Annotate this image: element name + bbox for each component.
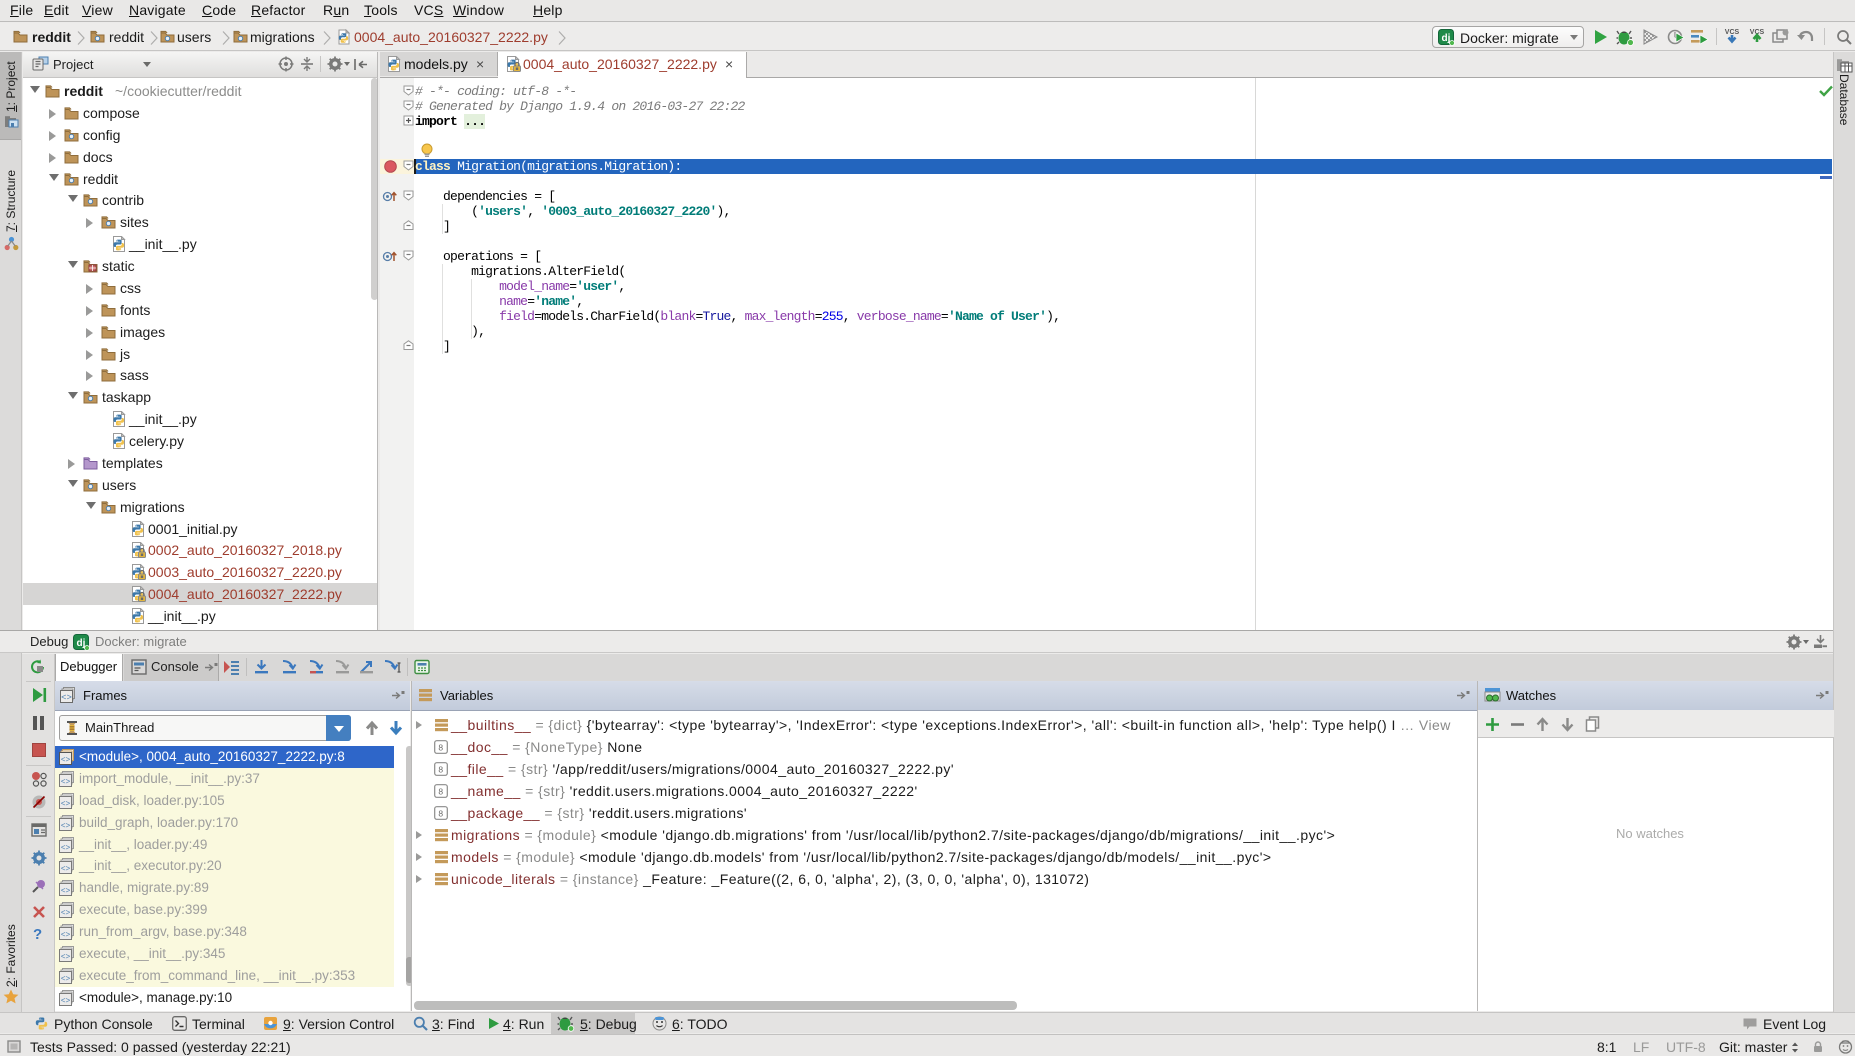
svg-text:VCS: VCS — [1725, 29, 1740, 36]
svg-text:<>: <> — [61, 756, 71, 765]
svg-text:<>: <> — [61, 865, 71, 874]
svg-text:8: 8 — [438, 809, 443, 819]
svg-text:<>: <> — [61, 778, 71, 787]
svg-text:<>: <> — [61, 887, 71, 896]
svg-text:<>: <> — [61, 693, 72, 703]
svg-text:<>: <> — [61, 931, 71, 940]
svg-text:<>: <> — [61, 997, 71, 1006]
svg-text:8: 8 — [438, 743, 443, 753]
svg-text:<>: <> — [61, 800, 71, 809]
svg-text:<>: <> — [61, 953, 71, 962]
svg-text:8: 8 — [438, 787, 443, 797]
svg-text:8: 8 — [438, 765, 443, 775]
svg-text:<>: <> — [61, 909, 71, 918]
svg-text:<>: <> — [61, 822, 71, 831]
svg-text:<>: <> — [61, 975, 71, 984]
svg-text:<>: <> — [61, 844, 71, 853]
